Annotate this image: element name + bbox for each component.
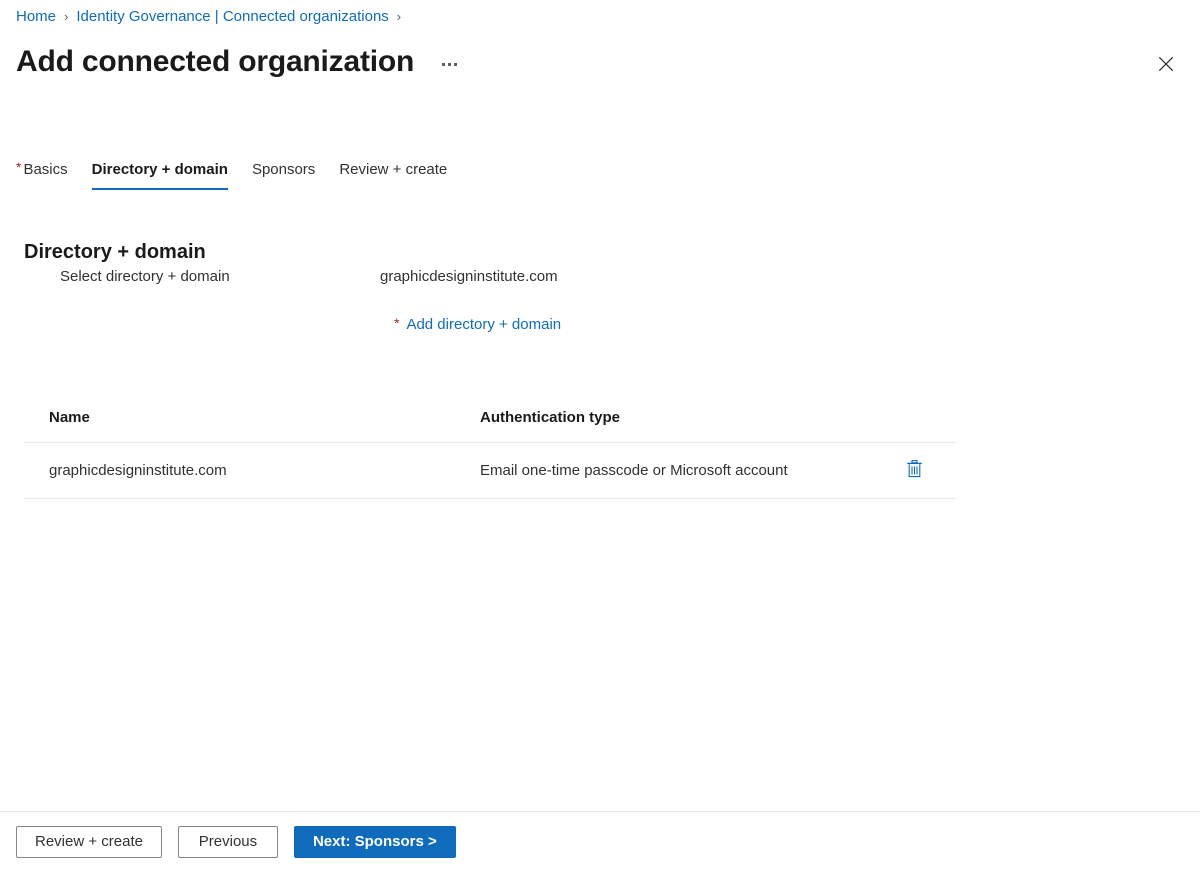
breadcrumb-chevron-icon-2: › xyxy=(396,9,402,24)
select-directory-value: graphicdesigninstitute.com xyxy=(380,268,558,285)
review-create-button[interactable]: Review + create xyxy=(16,826,162,858)
tab-directory-domain[interactable]: Directory + domain xyxy=(80,160,240,190)
wizard-tabs: * Basics Directory + domain Sponsors Rev… xyxy=(16,152,459,190)
title-row: Add connected organization xyxy=(16,40,461,84)
tab-review-create-label: Review + create xyxy=(339,161,448,178)
form-row-select-directory: Select directory + domain graphicdesigni… xyxy=(24,266,964,288)
add-directory-domain-link[interactable]: Add directory + domain xyxy=(406,314,561,336)
breadcrumb: Home › Identity Governance | Connected o… xyxy=(16,6,409,28)
add-directory-domain-row: * Add directory + domain xyxy=(394,314,561,336)
column-header-actions xyxy=(900,400,956,443)
cell-authentication-type: Email one-time passcode or Microsoft acc… xyxy=(480,442,900,499)
table-header: Name Authentication type xyxy=(24,400,956,443)
table-header-row: Name Authentication type xyxy=(24,400,956,443)
tab-basics-required-star: * xyxy=(16,159,22,175)
next-sponsors-button[interactable]: Next: Sponsors > xyxy=(293,826,456,858)
cell-name: graphicdesigninstitute.com xyxy=(24,442,480,499)
breadcrumb-item-home[interactable]: Home xyxy=(16,7,56,27)
column-header-name: Name xyxy=(24,400,480,443)
close-icon[interactable] xyxy=(1150,48,1182,80)
tab-basics[interactable]: * Basics xyxy=(16,160,80,190)
directory-domain-table: Name Authentication type graphicdesignin… xyxy=(24,400,956,499)
section-heading: Directory + domain xyxy=(24,240,206,263)
cell-actions xyxy=(900,442,956,499)
footer-actions: Review + create Previous Next: Sponsors … xyxy=(16,826,456,858)
table-row[interactable]: graphicdesigninstitute.com Email one-tim… xyxy=(24,442,956,499)
ellipsis-dot-1 xyxy=(442,62,446,66)
previous-button[interactable]: Previous xyxy=(177,826,278,858)
tab-directory-domain-label: Directory + domain xyxy=(91,161,228,178)
tab-review-create[interactable]: Review + create xyxy=(327,160,459,190)
ellipsis-dot-3 xyxy=(454,62,458,66)
tab-sponsors-label: Sponsors xyxy=(251,161,316,178)
add-directory-required-star: * xyxy=(394,315,400,331)
ellipsis-dot-2 xyxy=(448,62,452,66)
trash-icon[interactable] xyxy=(900,456,928,482)
breadcrumb-item-identity-governance[interactable]: Identity Governance | Connected organiza… xyxy=(76,7,388,27)
breadcrumb-chevron-icon: › xyxy=(64,9,69,24)
column-header-authentication-type: Authentication type xyxy=(480,400,900,443)
table-body: graphicdesigninstitute.com Email one-tim… xyxy=(24,442,956,499)
page-title: Add connected organization xyxy=(16,45,415,78)
blade-add-connected-organization: Home › Identity Governance | Connected o… xyxy=(0,0,1200,879)
select-directory-label: Select directory + domain xyxy=(60,268,230,285)
tab-sponsors[interactable]: Sponsors xyxy=(240,160,327,190)
more-commands-icon[interactable] xyxy=(438,57,461,72)
footer-divider xyxy=(0,811,1200,812)
tab-basics-label: Basics xyxy=(23,161,68,178)
